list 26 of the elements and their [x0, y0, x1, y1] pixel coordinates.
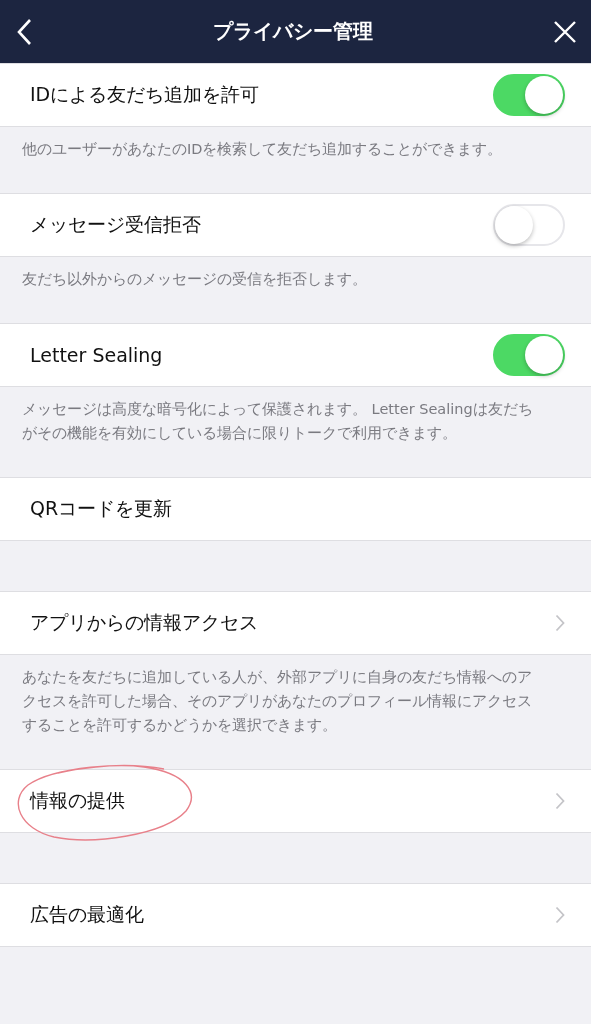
settings-row[interactable]: アプリからの情報アクセス [0, 591, 591, 655]
settings-row[interactable]: 広告の最適化 [0, 883, 591, 947]
row-label: IDによる友だち追加を許可 [30, 82, 260, 107]
chevron-icon [555, 792, 565, 810]
settings-row[interactable]: IDによる友だち追加を許可 [0, 63, 591, 127]
settings-row[interactable]: メッセージ受信拒否 [0, 193, 591, 257]
row-label: 広告の最適化 [30, 902, 144, 927]
settings-row[interactable]: Letter Sealing [0, 323, 591, 387]
row-label: QRコードを更新 [30, 496, 173, 521]
chevron-icon [555, 906, 565, 924]
row-label: Letter Sealing [30, 344, 163, 366]
back-icon[interactable] [16, 17, 32, 46]
row-label: アプリからの情報アクセス [30, 610, 258, 635]
row-label: 情報の提供 [30, 788, 125, 813]
settings-row[interactable]: QRコードを更新 [0, 477, 591, 541]
toggle-switch[interactable] [493, 74, 565, 116]
toggle-switch[interactable] [493, 334, 565, 376]
settings-row[interactable]: 情報の提供 [0, 769, 591, 833]
row-description: 他のユーザーがあなたのIDを検索して友だち追加することができます。 [21, 140, 504, 159]
row-description: あなたを友だちに追加している人が、外部アプリに自身の友だち情報へのアクセスを許可した場合、そのアプリがあなたのプロフィール情報にアクセスすることを許可するかどうかを選択できます。 [21, 668, 533, 735]
chevron-icon [555, 614, 565, 632]
row-label: メッセージ受信拒否 [30, 212, 201, 237]
close-icon[interactable] [553, 19, 577, 44]
row-description: メッセージは高度な暗号化によって保護されます。 Letter Sealingは友だちがその機能を有効にしている場合に限りトークで利用できます。 [21, 400, 534, 443]
row-description: 友だち以外からのメッセージの受信を拒否します。 [21, 270, 368, 289]
screen-title: プライバシー管理 [212, 18, 373, 45]
